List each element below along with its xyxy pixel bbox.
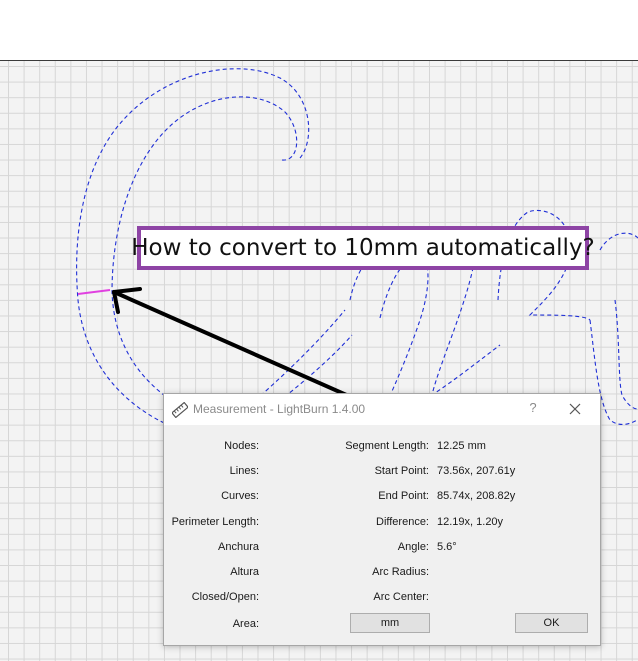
area-label: Area: xyxy=(232,618,259,630)
end-point-label: End Point: xyxy=(378,490,429,502)
height-label: Altura xyxy=(230,566,259,578)
lines-label: Lines: xyxy=(229,465,259,477)
segment-length-value: 12.25 mm xyxy=(437,440,486,452)
arc-center-label: Arc Center: xyxy=(373,591,429,603)
dialog-titlebar[interactable]: Measurement - LightBurn 1.4.00 ? xyxy=(164,394,600,425)
units-button[interactable]: mm xyxy=(350,613,430,633)
dialog-title: Measurement - LightBurn 1.4.00 xyxy=(193,402,366,416)
toolbar-area xyxy=(0,0,638,61)
close-icon[interactable] xyxy=(568,402,582,416)
help-button[interactable]: ? xyxy=(526,400,540,418)
closed-open-label: Closed/Open: xyxy=(191,591,259,603)
angle-label: Angle: xyxy=(397,541,429,553)
angle-value: 5.6° xyxy=(437,541,457,553)
end-point-value: 85.74x, 208.82y xyxy=(437,490,516,502)
annotation-box: How to convert to 10mm automatically? xyxy=(131,226,595,270)
start-point-label: Start Point: xyxy=(374,465,429,477)
nodes-label: Nodes: xyxy=(224,440,259,452)
annotation-text: How to convert to 10mm automatically? xyxy=(131,235,595,261)
measurement-dialog: Measurement - LightBurn 1.4.00 ? Nodes: … xyxy=(163,393,601,646)
ruler-icon xyxy=(172,402,188,418)
segment-length-label: Segment Length: xyxy=(345,440,429,452)
arc-radius-label: Arc Radius: xyxy=(372,566,429,578)
difference-value: 12.19x, 1.20y xyxy=(437,516,504,528)
width-label: Anchura xyxy=(218,541,259,553)
difference-label: Difference: xyxy=(376,516,429,528)
start-point-value: 73.56x, 207.61y xyxy=(437,465,516,477)
curves-label: Curves: xyxy=(221,490,259,502)
ok-button[interactable]: OK xyxy=(515,613,588,633)
perimeter-length-label: Perimeter Length: xyxy=(171,516,259,528)
